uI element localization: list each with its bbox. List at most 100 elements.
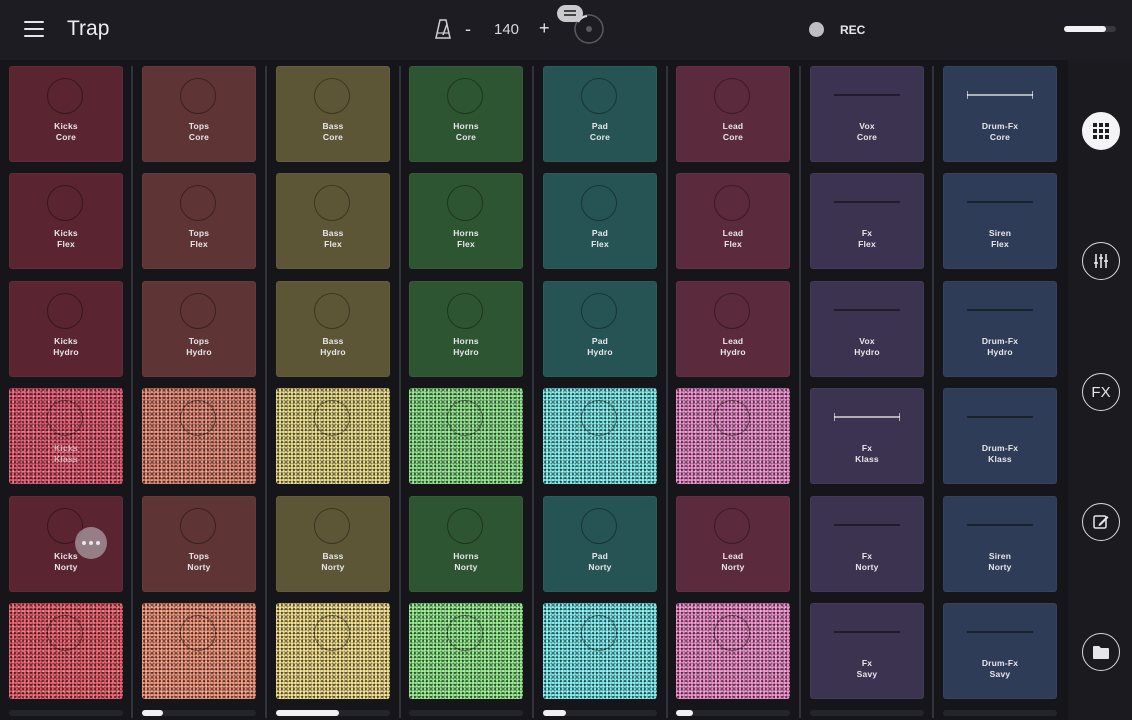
pad[interactable] (543, 388, 657, 484)
master-volume-meter[interactable] (1064, 26, 1116, 32)
fx-button[interactable]: FX (1082, 373, 1120, 411)
pad-name: Horns (453, 336, 479, 346)
pad[interactable]: Tops Core (142, 66, 256, 162)
launchpad-grid: Kicks Core Kicks Flex Kicks Hydro Kicks Klass Ki… (0, 60, 1068, 720)
pad-loop-line (967, 201, 1033, 203)
pad[interactable]: Fx Norty (810, 496, 924, 592)
pad[interactable]: Horns Flex (409, 173, 523, 269)
pad[interactable]: Bass Norty (276, 496, 390, 592)
pad[interactable] (676, 388, 790, 484)
pad[interactable]: Drum-Fx Klass (943, 388, 1057, 484)
pad-name: Siren (988, 228, 1012, 238)
folder-icon (1093, 646, 1109, 659)
pad-name: Drum-Fx (981, 336, 1019, 346)
pad[interactable]: Drum-Fx Savy (943, 603, 1057, 699)
pad[interactable] (543, 603, 657, 699)
touch-indicator (75, 527, 107, 559)
record-label[interactable]: REC (840, 23, 865, 37)
column-divider (932, 66, 934, 718)
pad-variant: Hydro (854, 347, 880, 357)
pad-progress-ring (447, 78, 483, 114)
pad[interactable]: Kicks Klass (9, 388, 123, 484)
pad-name: Drum-Fx (981, 121, 1019, 131)
pad[interactable] (409, 388, 523, 484)
edit-button[interactable] (1082, 503, 1120, 541)
column-level-meter (142, 710, 256, 716)
pad[interactable] (409, 603, 523, 699)
tempo-decrease-button[interactable]: - (465, 19, 471, 40)
pad[interactable]: Siren Norty (943, 496, 1057, 592)
pad-variant: Flex (591, 239, 609, 249)
pad-variant: Flex (991, 239, 1009, 249)
pad[interactable]: Fx Klass (810, 388, 924, 484)
pad[interactable]: Pad Flex (543, 173, 657, 269)
pad-progress-ring (581, 78, 617, 114)
pad[interactable]: Kicks Hydro (9, 281, 123, 377)
pad[interactable]: Pad Norty (543, 496, 657, 592)
pad[interactable]: Pad Hydro (543, 281, 657, 377)
pad[interactable] (676, 603, 790, 699)
pad-name: Tops (188, 228, 210, 238)
pad-name: Fx (861, 228, 873, 238)
pad-variant: Norty (187, 562, 211, 572)
pad-progress-ring (314, 508, 350, 544)
pad-variant: Hydro (53, 347, 79, 357)
pad[interactable]: Bass Core (276, 66, 390, 162)
pad-variant: Core (989, 132, 1011, 142)
pad[interactable]: Lead Hydro (676, 281, 790, 377)
pad[interactable]: Tops Norty (142, 496, 256, 592)
pad[interactable] (142, 603, 256, 699)
pad-name: Bass (322, 121, 344, 131)
pad[interactable]: Drum-Fx Hydro (943, 281, 1057, 377)
metronome-icon[interactable] (435, 19, 451, 39)
pad[interactable]: Drum-Fx Core (943, 66, 1057, 162)
pad-name: Tops (188, 336, 210, 346)
tempo-value[interactable]: 140 (494, 21, 519, 38)
pad[interactable]: Bass Flex (276, 173, 390, 269)
pad[interactable]: Vox Core (810, 66, 924, 162)
pad-progress-ring (447, 185, 483, 221)
pad[interactable]: Horns Norty (409, 496, 523, 592)
mixer-icon (1094, 254, 1108, 268)
pad-name: Kicks (54, 228, 78, 238)
mixer-button[interactable] (1082, 242, 1120, 280)
menu-icon[interactable] (24, 21, 44, 37)
pad[interactable]: Horns Hydro (409, 281, 523, 377)
pad-loop-line (967, 524, 1033, 526)
pad-progress-ring (180, 78, 216, 114)
pad-progress-ring (47, 615, 83, 651)
tempo-handle[interactable] (557, 5, 583, 22)
pad[interactable] (276, 388, 390, 484)
pad[interactable] (9, 603, 123, 699)
pad[interactable] (142, 388, 256, 484)
pad-loop-line (834, 94, 900, 96)
pads-view-button[interactable] (1082, 112, 1120, 150)
pad[interactable]: Tops Flex (142, 173, 256, 269)
pad[interactable]: Siren Flex (943, 173, 1057, 269)
pad[interactable]: Lead Core (676, 66, 790, 162)
pad[interactable]: Lead Norty (676, 496, 790, 592)
master-volume-fill (1064, 26, 1106, 32)
pad[interactable]: Vox Hydro (810, 281, 924, 377)
pad[interactable]: Pad Core (543, 66, 657, 162)
record-button[interactable] (809, 22, 824, 37)
pad-progress-ring (180, 293, 216, 329)
pad-variant: Core (188, 132, 210, 142)
pad-name: Lead (722, 336, 744, 346)
pad[interactable]: Fx Flex (810, 173, 924, 269)
tempo-increase-button[interactable]: + (539, 18, 550, 39)
pad-progress-ring (314, 185, 350, 221)
pad[interactable]: Tops Hydro (142, 281, 256, 377)
pad[interactable]: Horns Core (409, 66, 523, 162)
pad[interactable]: Fx Savy (810, 603, 924, 699)
pad[interactable] (276, 603, 390, 699)
pad-name: Vox (859, 121, 875, 131)
pad[interactable]: Bass Hydro (276, 281, 390, 377)
pad-progress-ring (581, 508, 617, 544)
pad[interactable]: Kicks Flex (9, 173, 123, 269)
pad-variant: Hydro (320, 347, 346, 357)
pad[interactable]: Lead Flex (676, 173, 790, 269)
folder-button[interactable] (1082, 633, 1120, 671)
pad[interactable]: Kicks Core (9, 66, 123, 162)
pad-name: Bass (322, 551, 344, 561)
